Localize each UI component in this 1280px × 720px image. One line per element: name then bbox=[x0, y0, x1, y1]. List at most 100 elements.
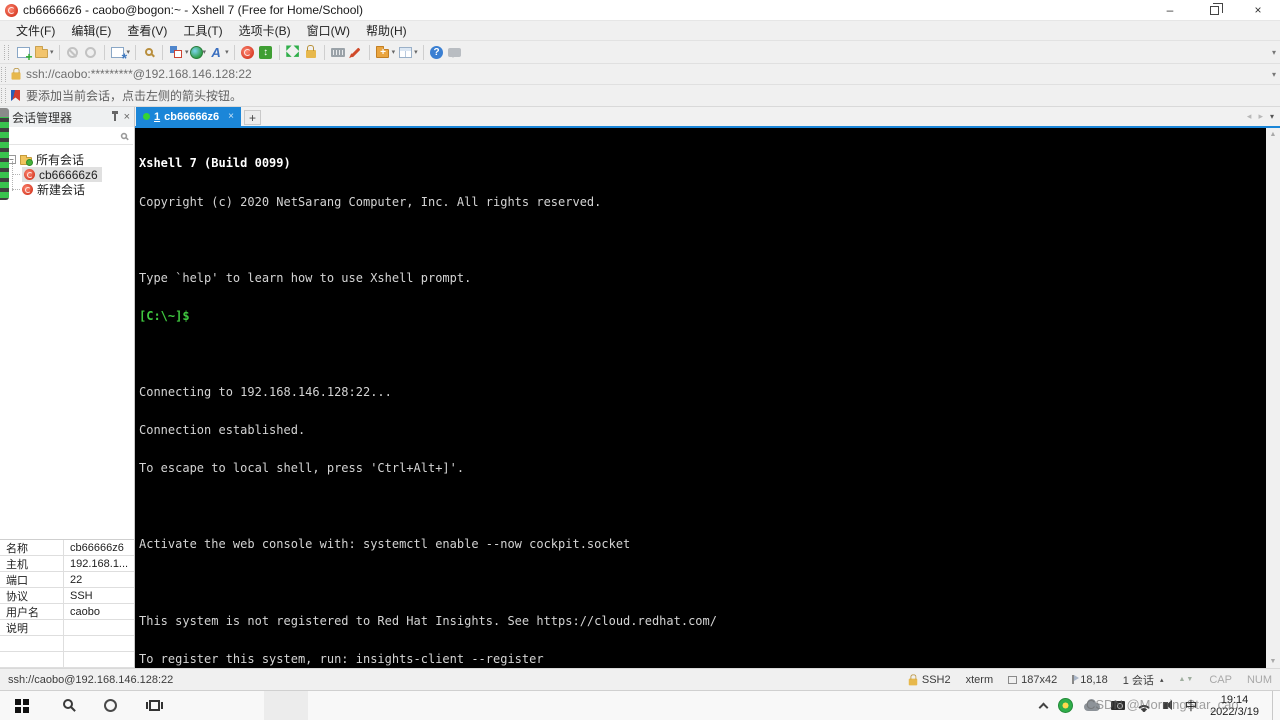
wifi-icon[interactable] bbox=[1136, 700, 1153, 712]
tree-root-all-sessions[interactable]: − 所有会话 bbox=[0, 152, 134, 167]
fullscreen-icon[interactable] bbox=[284, 44, 302, 61]
tree-root-label: 所有会话 bbox=[36, 153, 85, 167]
session-tree: − 所有会话 cb66666z6 新建会话 bbox=[0, 145, 134, 197]
xftp-icon[interactable] bbox=[257, 44, 275, 61]
address-bar-overflow-icon[interactable]: ▾ bbox=[1272, 70, 1276, 79]
new-session-icon[interactable] bbox=[14, 44, 33, 64]
antivirus-icon[interactable] bbox=[1058, 698, 1074, 713]
restore-button[interactable] bbox=[1192, 0, 1236, 20]
minimize-button[interactable]: – bbox=[1148, 0, 1192, 20]
menu-tabs[interactable]: 选项卡(B) bbox=[231, 22, 299, 39]
tree-item-new-session[interactable]: 新建会话 bbox=[0, 182, 134, 197]
start-button[interactable] bbox=[0, 691, 44, 720]
menu-help[interactable]: 帮助(H) bbox=[358, 22, 415, 39]
web-dropdown[interactable]: ▾ bbox=[203, 48, 207, 56]
volume-icon[interactable] bbox=[1163, 700, 1173, 710]
open-session-icon[interactable] bbox=[32, 44, 50, 61]
grid-icon[interactable] bbox=[396, 44, 414, 61]
message-icon[interactable] bbox=[446, 44, 464, 61]
grid-dropdown[interactable]: ▾ bbox=[414, 48, 418, 56]
tab-session[interactable]: 1 cb66666z6 × bbox=[136, 107, 242, 126]
show-desktop-button[interactable] bbox=[1272, 691, 1278, 720]
resize-icon bbox=[1008, 675, 1018, 684]
layout-dropdown[interactable]: ▾ bbox=[185, 48, 189, 56]
table-row: 名称 cb66666z6 bbox=[0, 540, 134, 556]
tab-scroll-right-icon[interactable]: ▸ bbox=[1258, 111, 1263, 122]
session-properties-dropdown[interactable]: ▾ bbox=[127, 48, 131, 56]
info-bar: 要添加当前会话，点击左侧的箭头按钮。 bbox=[0, 84, 1280, 106]
prop-label: 名称 bbox=[0, 540, 64, 555]
cloud-icon[interactable] bbox=[1084, 699, 1101, 711]
prop-label: 协议 bbox=[0, 588, 64, 603]
status-cursor-position: 18,18 bbox=[1072, 674, 1108, 686]
toolbar-overflow-icon[interactable]: ▾ bbox=[1272, 48, 1276, 57]
connected-dot-icon bbox=[143, 113, 150, 120]
session-properties-icon[interactable] bbox=[109, 44, 127, 66]
font-dropdown[interactable]: ▾ bbox=[225, 48, 229, 56]
prop-value: caobo bbox=[70, 605, 100, 618]
layout-icon[interactable] bbox=[167, 44, 185, 61]
address-lock-icon bbox=[11, 67, 21, 80]
tray-expand-icon[interactable] bbox=[1038, 702, 1049, 712]
add-session-arrow-button[interactable] bbox=[0, 108, 9, 200]
clock-time: 19:14 bbox=[1220, 693, 1249, 706]
ime-indicator[interactable]: 中 bbox=[1185, 697, 1197, 714]
prop-label: 主机 bbox=[0, 556, 64, 571]
help-icon[interactable] bbox=[428, 44, 446, 61]
sessions-folder-icon bbox=[20, 154, 33, 166]
font-icon[interactable] bbox=[207, 44, 225, 61]
terminal-output[interactable]: Xshell 7 (Build 0099) Copyright (c) 2020… bbox=[135, 128, 1266, 668]
camera-icon[interactable] bbox=[1111, 701, 1126, 710]
close-icon: × bbox=[1254, 3, 1262, 17]
position-flag-icon bbox=[1072, 675, 1080, 684]
keyboard-icon[interactable] bbox=[329, 44, 347, 61]
compose-icon[interactable] bbox=[347, 44, 365, 61]
taskbar-vmware-button[interactable] bbox=[176, 691, 220, 720]
open-session-dropdown[interactable]: ▾ bbox=[50, 48, 54, 56]
tab-list-dropdown-icon[interactable]: ▾ bbox=[1270, 112, 1274, 121]
new-file-dropdown[interactable]: ▾ bbox=[392, 48, 396, 56]
disconnect-icon[interactable] bbox=[64, 44, 82, 61]
lock-icon[interactable] bbox=[302, 44, 320, 61]
num-lock-indicator: NUM bbox=[1246, 673, 1272, 686]
search-icon bbox=[62, 699, 73, 709]
new-tab-button[interactable]: + bbox=[244, 110, 262, 125]
menu-window[interactable]: 窗口(W) bbox=[299, 22, 358, 39]
new-file-icon[interactable] bbox=[374, 44, 392, 61]
session-icon bbox=[22, 184, 33, 195]
cortana-button[interactable] bbox=[88, 691, 132, 720]
taskbar-edge-button[interactable] bbox=[220, 691, 264, 720]
menu-edit[interactable]: 编辑(E) bbox=[63, 22, 119, 39]
session-count-dropdown[interactable]: 1 会话 ▴ bbox=[1123, 672, 1164, 688]
address-url-input[interactable]: ssh://caobo:*********@192.168.146.128:22 bbox=[26, 67, 252, 81]
session-search-input[interactable] bbox=[1, 128, 133, 145]
reconnect-icon[interactable] bbox=[82, 44, 100, 61]
find-icon[interactable] bbox=[140, 44, 158, 61]
terminal-line: [C:\~]$ bbox=[139, 308, 197, 323]
menu-view[interactable]: 查看(V) bbox=[119, 22, 175, 39]
web-icon[interactable] bbox=[189, 45, 203, 59]
menu-tools[interactable]: 工具(T) bbox=[175, 22, 230, 39]
session-properties-table: 名称 cb66666z6 主机 192.168.1... 端口 22 协议 SS… bbox=[0, 539, 134, 668]
terminal-area[interactable]: Xshell 7 (Build 0099) Copyright (c) 2020… bbox=[135, 128, 1280, 668]
pin-icon[interactable] bbox=[111, 110, 118, 121]
tab-scroll-left-icon[interactable]: ◂ bbox=[1247, 111, 1252, 122]
taskbar-clock[interactable]: 19:14 2022/3/19 bbox=[1210, 694, 1259, 718]
terminal-scrollbar[interactable]: ▲ ▼ bbox=[1266, 128, 1280, 668]
scroll-down-icon[interactable]: ▼ bbox=[1270, 658, 1277, 665]
tab-close-icon[interactable]: × bbox=[228, 111, 234, 122]
task-view-button[interactable] bbox=[132, 691, 176, 720]
panel-close-icon[interactable]: × bbox=[124, 112, 130, 123]
table-row: 说明 bbox=[0, 620, 134, 636]
menu-file[interactable]: 文件(F) bbox=[8, 22, 63, 39]
taskbar-xshell-button[interactable] bbox=[264, 691, 308, 720]
close-button[interactable]: × bbox=[1236, 0, 1280, 20]
terminal-line: Type `help' to learn how to use Xshell p… bbox=[139, 270, 472, 285]
scroll-up-icon[interactable]: ▲ bbox=[1270, 131, 1277, 138]
taskbar-search-button[interactable] bbox=[44, 691, 88, 720]
xshell-icon[interactable] bbox=[239, 44, 257, 61]
prop-value: 192.168.1... bbox=[70, 557, 129, 570]
tree-item-session[interactable]: cb66666z6 bbox=[0, 167, 134, 182]
menu-bar: 文件(F) 编辑(E) 查看(V) 工具(T) 选项卡(B) 窗口(W) 帮助(… bbox=[0, 20, 1280, 40]
